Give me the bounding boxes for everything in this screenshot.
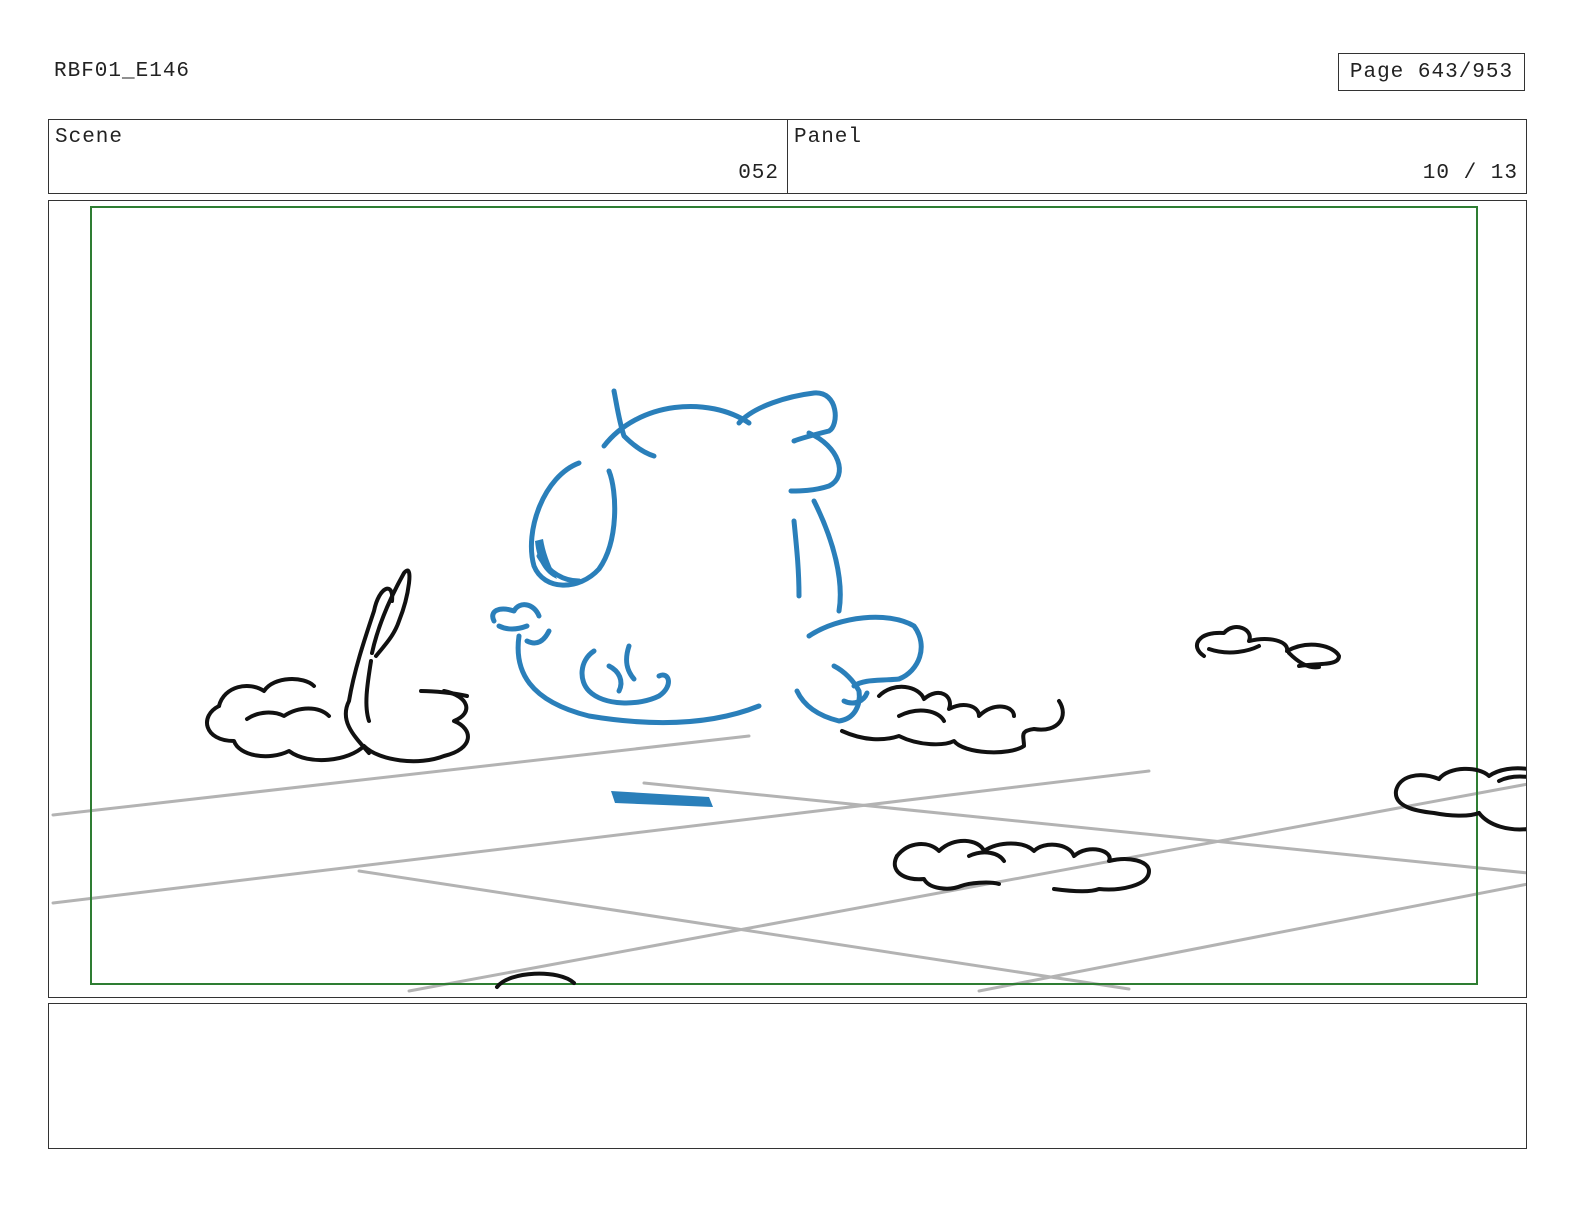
character-sketch [490,388,924,726]
document-id: RBF01_E146 [54,60,191,83]
scene-number: 052 [738,162,779,185]
scene-cell: Scene 052 [49,120,787,193]
storyboard-panel [48,200,1527,998]
safe-area-frame [90,206,1478,985]
scene-label: Scene [55,126,124,149]
storyboard-drawing [51,206,1526,993]
panel-notes [48,1003,1527,1149]
panel-number: 10 / 13 [1422,162,1518,185]
panel-label: Panel [794,126,863,149]
cloud-puffs [205,568,1526,989]
page-number: Page 643/953 [1338,53,1525,91]
scene-panel-info: Scene 052 Panel 10 / 13 [48,119,1527,194]
panel-cell: Panel 10 / 13 [787,120,1526,193]
floor-lines [51,734,1526,993]
